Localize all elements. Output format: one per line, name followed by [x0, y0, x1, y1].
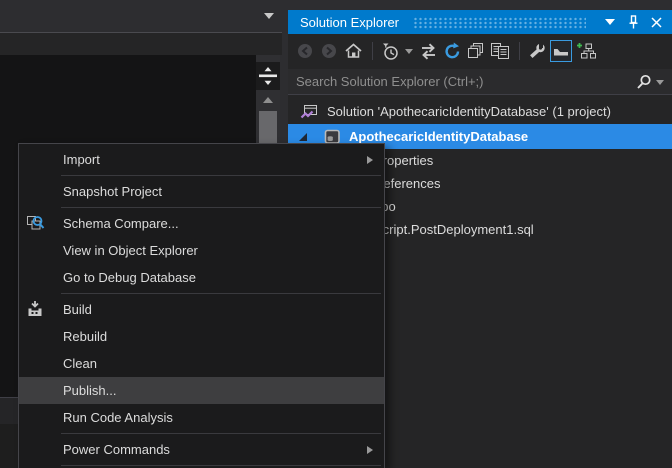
panel-top-spacer [288, 0, 672, 10]
menu-item-view-in-object-explorer[interactable]: View in Object Explorer [19, 237, 384, 264]
menu-item-label: Run Code Analysis [63, 410, 173, 425]
editor-splitter-grip[interactable] [256, 62, 280, 90]
new-solution-explorer-view-button[interactable] [574, 39, 596, 63]
sync-with-active-document-button[interactable] [417, 39, 439, 63]
preview-button[interactable] [489, 39, 511, 63]
tree-node-solution[interactable]: Solution 'ApothecaricIdentityDatabase' (… [288, 100, 672, 123]
panel-title: Solution Explorer [300, 15, 399, 30]
menu-item-label: Clean [63, 356, 97, 371]
editor-navigation-bar[interactable] [0, 0, 282, 33]
titlebar-drag-texture[interactable] [413, 17, 586, 29]
project-node-label: ApothecaricIdentityDatabase [349, 129, 528, 144]
search-input[interactable]: Search Solution Explorer (Ctrl+;) [288, 69, 672, 95]
chevron-down-icon [605, 19, 615, 25]
new-solution-explorer-view-icon [575, 42, 596, 60]
menu-item-publish[interactable]: Publish... [19, 377, 384, 404]
menu-item-rebuild[interactable]: Rebuild [19, 323, 384, 350]
preview-selected-items-icon [553, 47, 569, 56]
menu-separator [61, 465, 381, 466]
preview-icon [490, 42, 511, 60]
menu-item-run-code-analysis[interactable]: Run Code Analysis [19, 404, 384, 431]
nav-forward-button[interactable] [318, 39, 340, 63]
pending-changes-filter-button[interactable] [379, 39, 401, 63]
visual-studio-window: Solution Explorer [0, 0, 672, 468]
properties-wrench-icon [528, 42, 547, 60]
menu-item-go-to-debug-database[interactable]: Go to Debug Database [19, 264, 384, 291]
nav-back-icon [296, 42, 314, 60]
chevron-down-icon[interactable] [264, 13, 274, 19]
collapse-all-button[interactable] [465, 39, 487, 63]
menu-item-label: Snapshot Project [63, 184, 162, 199]
properties-button[interactable] [526, 39, 548, 63]
sync-with-active-document-icon [418, 43, 439, 60]
search-options-caret[interactable] [656, 80, 664, 85]
dropdown-caret-icon [405, 49, 413, 54]
search-placeholder: Search Solution Explorer (Ctrl+;) [296, 74, 636, 89]
submenu-arrow-icon [367, 156, 373, 164]
menu-separator [61, 207, 381, 208]
menu-item-snapshot-project[interactable]: Snapshot Project [19, 178, 384, 205]
menu-item-import[interactable]: Import [19, 146, 384, 173]
preview-selected-items-toggle[interactable] [550, 40, 572, 62]
refresh-button[interactable] [441, 39, 463, 63]
menu-separator [61, 293, 381, 294]
dropdown-caret-icon [656, 80, 664, 85]
build-icon [26, 300, 44, 318]
menu-item-clean[interactable]: Clean [19, 350, 384, 377]
splitter-grip-icon [257, 65, 279, 87]
refresh-icon [443, 42, 462, 61]
menu-item-label: Rebuild [63, 329, 107, 344]
search-icon[interactable] [636, 74, 652, 90]
menu-item-build[interactable]: Build [19, 296, 384, 323]
nav-back-button[interactable] [294, 39, 316, 63]
editor-header-strip [0, 33, 282, 55]
pending-changes-filter-icon [380, 42, 400, 61]
pin-button[interactable] [623, 12, 643, 32]
nav-forward-icon [320, 42, 338, 60]
close-button[interactable] [646, 12, 666, 32]
home-icon [344, 42, 363, 60]
menu-item-label: Go to Debug Database [63, 270, 196, 285]
window-position-button[interactable] [600, 12, 620, 32]
scroll-up-arrow-icon[interactable] [263, 97, 273, 103]
menu-separator [61, 433, 381, 434]
menu-item-label: Publish... [63, 383, 116, 398]
collapse-all-icon [467, 42, 485, 60]
menu-item-label: Import [63, 152, 100, 167]
menu-item-label: View in Object Explorer [63, 243, 198, 258]
submenu-arrow-icon [367, 446, 373, 454]
context-menu: Import Snapshot Project Schema Compare..… [18, 143, 385, 468]
solution-explorer-toolbar [288, 34, 672, 68]
solution-icon [300, 104, 319, 120]
menu-item-power-commands[interactable]: Power Commands [19, 436, 384, 463]
pin-icon [627, 15, 640, 29]
filter-dropdown-button[interactable] [403, 39, 415, 63]
menu-separator [61, 175, 381, 176]
menu-item-label: Power Commands [63, 442, 170, 457]
menu-item-label: Schema Compare... [63, 216, 179, 231]
home-button[interactable] [342, 39, 364, 63]
menu-item-schema-compare[interactable]: Schema Compare... [19, 210, 384, 237]
expander-expanded-icon[interactable] [298, 132, 308, 142]
toolbar-separator [519, 42, 520, 60]
solution-node-label: Solution 'ApothecaricIdentityDatabase' (… [327, 104, 611, 119]
solution-explorer-titlebar[interactable]: Solution Explorer [288, 10, 672, 34]
toolbar-separator [372, 42, 373, 60]
menu-item-label: Build [63, 302, 92, 317]
schema-compare-icon [26, 214, 46, 233]
close-icon [651, 17, 662, 28]
